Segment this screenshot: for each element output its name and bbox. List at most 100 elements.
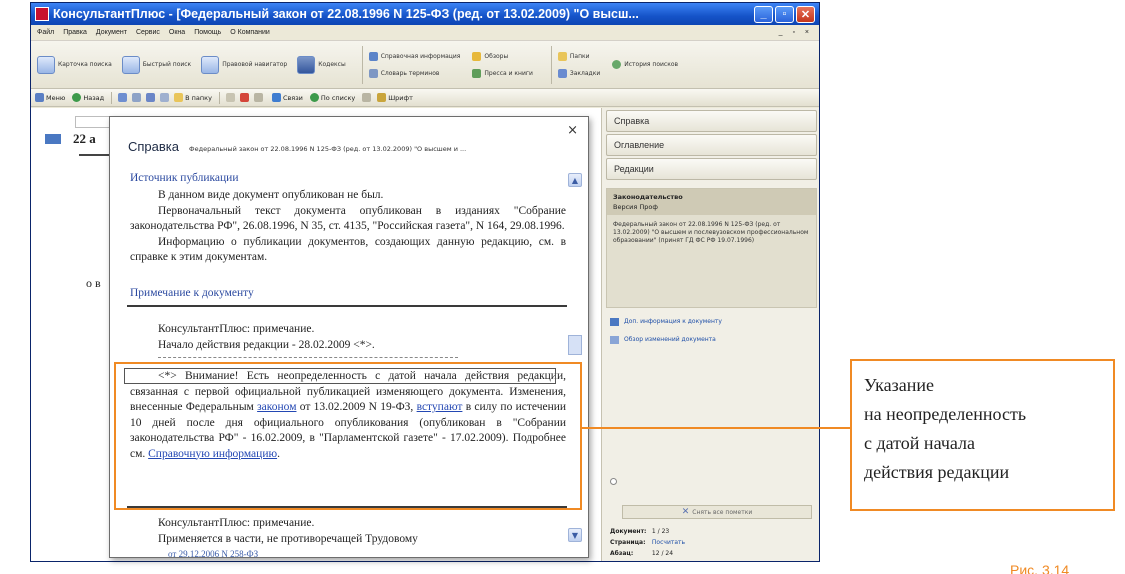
scrollbar-thumb[interactable]	[568, 335, 582, 355]
tab-editions[interactable]: Редакции	[606, 158, 817, 180]
save-icon[interactable]	[118, 93, 128, 102]
status-page-link[interactable]: Посчитать	[652, 539, 685, 546]
radio-icon[interactable]	[610, 478, 617, 485]
callout-line-4: действия редакции	[864, 462, 1010, 482]
menu-icon	[35, 93, 44, 102]
doc-info-icon	[610, 318, 619, 326]
marker-icon[interactable]	[239, 93, 249, 102]
clear-marks-button[interactable]: ✕ Снять все пометки	[622, 505, 812, 519]
links-button[interactable]: Связи	[271, 93, 303, 102]
ribbon-info-column: Справочная информация Словарь терминов	[368, 51, 461, 78]
side-panel: Справка Оглавление Редакции Законодатель…	[601, 108, 819, 561]
bookmark-add-icon[interactable]	[225, 93, 235, 102]
font-button[interactable]: Шрифт	[377, 93, 413, 102]
print-icon[interactable]	[132, 93, 142, 102]
reviews-button[interactable]: Обзоры	[472, 51, 533, 61]
additional-info-label: Доп. информация к документу	[624, 318, 722, 325]
press-icon	[472, 68, 482, 78]
word-export-icon[interactable]	[146, 93, 156, 102]
ribbon-search-group: Карточка поиска Быстрый поиск Правовой н…	[37, 55, 356, 74]
info-card-header: Законодательство Версия Проф	[607, 189, 816, 215]
note-block: КонсультантПлюс: примечание. Начало дейс…	[130, 322, 566, 353]
mdi-controls[interactable]: _ ▫ ×	[779, 29, 813, 36]
to-folder-button[interactable]: В папку	[174, 93, 212, 102]
paragraph-publication-info: Информацию о публикации документов, созд…	[130, 235, 566, 264]
popup-title: Справка	[128, 139, 179, 154]
additional-info-link[interactable]: Доп. информация к документу	[610, 318, 813, 326]
consultant-plus-icon	[35, 7, 49, 21]
status-paragraph: Абзац: 12 / 24	[610, 550, 673, 557]
bookmarks-button[interactable]: Закладки	[557, 68, 600, 78]
info-card-body: Федеральный закон от 22.08.1996 N 125-ФЗ…	[613, 221, 809, 245]
callout-line-3: с датой начала	[864, 433, 976, 453]
find-icon[interactable]	[160, 93, 170, 102]
by-list-button[interactable]: По списку	[309, 93, 355, 102]
quick-search-label: Быстрый поиск	[142, 61, 192, 68]
to-folder-label: В папку	[185, 93, 212, 102]
document-bottom-fragment: от 29.12.2006 N 258-ФЗ	[168, 549, 259, 559]
menu-windows[interactable]: Окна	[169, 29, 185, 36]
menu-document[interactable]: Документ	[96, 29, 127, 36]
menu-about[interactable]: О Компании	[230, 29, 270, 36]
reference-info-button[interactable]: Справочная информация	[368, 51, 460, 61]
menu-file[interactable]: Файл	[37, 29, 54, 36]
magnifier-icon	[37, 55, 55, 74]
text-icon[interactable]	[253, 93, 263, 102]
ribbon-separator	[550, 45, 552, 84]
legal-navigator-button[interactable]: Правовой навигатор	[201, 55, 287, 74]
document-date: 22 а	[45, 131, 96, 147]
document-toolbar: Меню Назад В папку Связи По списку Шрифт	[31, 89, 819, 107]
menu-help[interactable]: Помощь	[194, 29, 221, 36]
second-note: КонсультантПлюс: примечание. Применяется…	[130, 516, 566, 547]
note-edition-start: Начало действия редакции - 28.02.2009 <*…	[158, 338, 375, 351]
quick-search-button[interactable]: Быстрый поиск	[121, 55, 192, 74]
back-button[interactable]: Назад	[72, 93, 104, 102]
menu-edit[interactable]: Правка	[63, 29, 87, 36]
links-label: Связи	[282, 93, 303, 102]
settings-icon[interactable]	[362, 93, 372, 102]
changes-review-link[interactable]: Обзор изменений документа	[610, 336, 813, 344]
maximize-icon[interactable]: ▫	[775, 5, 794, 23]
callout-line-2: на неопределенность	[864, 404, 1027, 424]
status-document-value: 1 / 23	[651, 528, 670, 535]
list-go-icon	[309, 93, 319, 102]
menu-button[interactable]: Меню	[35, 93, 65, 102]
scroll-down-icon[interactable]: ▼	[568, 528, 582, 542]
menu-service[interactable]: Сервис	[136, 29, 160, 36]
terms-dictionary-button[interactable]: Словарь терминов	[368, 68, 461, 78]
folder-icon	[557, 51, 567, 61]
search-history-button[interactable]: История поисков	[612, 60, 678, 69]
navigator-icon	[201, 55, 220, 74]
press-reviews-label: Пресса и книги	[484, 69, 533, 77]
folders-button[interactable]: Папки	[557, 51, 600, 61]
document-date-text: 22 а	[73, 131, 96, 146]
back-label: Назад	[83, 93, 105, 102]
press-reviews-button[interactable]: Пресса и книги	[472, 68, 533, 78]
card-search-button[interactable]: Карточка поиска	[37, 55, 112, 74]
close-icon[interactable]: ✕	[796, 5, 815, 23]
codes-label: Кодексы	[318, 61, 346, 68]
document-text-fragment: о в	[86, 276, 101, 290]
menu-label: Меню	[46, 93, 66, 102]
ribbon: Карточка поиска Быстрый поиск Правовой н…	[31, 41, 819, 89]
folder-icon	[174, 93, 184, 102]
tab-contents[interactable]: Оглавление	[606, 134, 817, 156]
document-info-card: Законодательство Версия Проф Федеральный…	[606, 188, 817, 308]
codes-button[interactable]: Кодексы	[297, 55, 346, 74]
bookmark-icon	[557, 68, 567, 78]
note-title: КонсультантПлюс: примечание.	[158, 323, 315, 335]
callout-connector	[582, 427, 850, 429]
paragraph-original-publication: Первоначальный текст документа опубликов…	[130, 204, 566, 233]
scroll-up-icon[interactable]: ▲	[568, 173, 582, 187]
section-divider	[127, 305, 567, 307]
minimize-icon[interactable]: _	[754, 5, 773, 23]
title-bar: КонсультантПлюс - [Федеральный закон от …	[31, 3, 819, 25]
quick-search-icon	[121, 55, 140, 74]
tab-reference[interactable]: Справка	[606, 110, 817, 132]
popup-close-icon[interactable]: ×	[567, 123, 578, 138]
callout-line-1: Указание	[864, 375, 934, 395]
status-document-label: Документ:	[610, 528, 647, 535]
changes-review-icon	[610, 336, 619, 344]
status-paragraph-value: 12 / 24	[651, 550, 674, 557]
status-document: Документ: 1 / 23	[610, 528, 669, 535]
